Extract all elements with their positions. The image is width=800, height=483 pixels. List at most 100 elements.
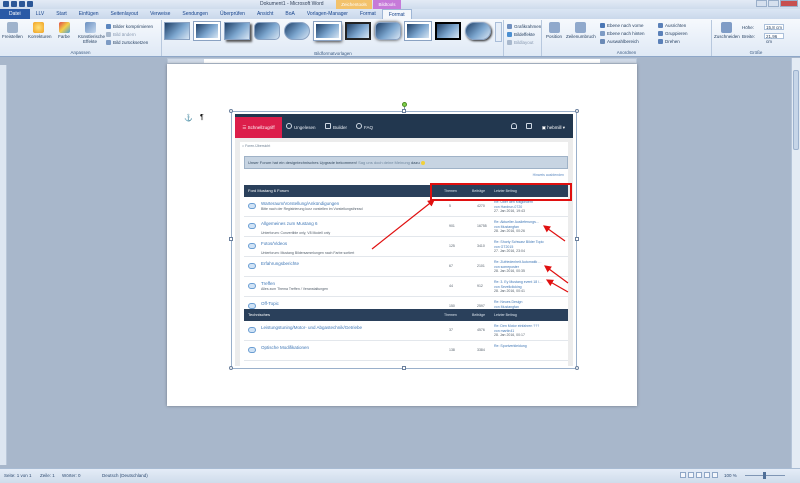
- view-full-screen[interactable]: [688, 472, 694, 478]
- resize-handle-top-right[interactable]: [575, 109, 579, 113]
- tab-seitenlayout[interactable]: Seitenlayout: [105, 9, 145, 19]
- bildlayout-button[interactable]: Bildlayout: [507, 39, 534, 45]
- forum-user-menu[interactable]: ▣ hebmill ▾: [542, 117, 565, 138]
- resize-handle-top-left[interactable]: [229, 109, 233, 113]
- picture-style-6[interactable]: [313, 21, 342, 41]
- tab-vorlagen-manager[interactable]: Vorlagen-Manager: [301, 9, 354, 19]
- minimize-button[interactable]: [756, 0, 767, 7]
- gruppieren-button[interactable]: Gruppieren: [658, 30, 688, 36]
- picture-style-1[interactable]: [164, 22, 191, 40]
- inserted-forum-screenshot[interactable]: ☰ Schnellzugriff Ungelesen Builder FAQ ▣…: [235, 114, 573, 366]
- auswahlbereich-button[interactable]: Auswahlbereich: [600, 38, 639, 44]
- picture-style-11[interactable]: [465, 22, 492, 40]
- forum-title-link[interactable]: Fotos/Videos: [261, 241, 287, 246]
- bildeffekte-button[interactable]: Bildeffekte: [507, 31, 535, 37]
- breite-input[interactable]: 21,96 cm: [764, 33, 784, 44]
- tab-start[interactable]: Start: [50, 9, 73, 19]
- picture-style-3[interactable]: [224, 22, 251, 40]
- hoehe-input[interactable]: 15,8 cm: [764, 24, 784, 30]
- close-button[interactable]: [780, 0, 798, 7]
- tab-verweise[interactable]: Verweise: [144, 9, 176, 19]
- gallery-scroll[interactable]: [495, 22, 502, 42]
- picture-style-2[interactable]: [193, 21, 222, 41]
- kuenstlerische-effekte-button[interactable]: Künstlerische Effekte: [78, 22, 105, 44]
- resize-handle-bottom-right[interactable]: [575, 366, 579, 370]
- view-print-layout[interactable]: [680, 472, 686, 478]
- undo-icon[interactable]: [19, 1, 25, 7]
- status-line[interactable]: Zeile: 1: [40, 473, 55, 478]
- forum-quick-access[interactable]: ☰ Schnellzugriff: [235, 117, 282, 138]
- tab-llv[interactable]: LLV: [30, 9, 51, 19]
- picture-style-9[interactable]: [403, 21, 432, 41]
- forum-breadcrumb[interactable]: ⌂ Foren-Übersicht: [242, 144, 270, 148]
- document-page[interactable]: ⚓ ¶ ☰ Schnellzugriff Ungelesen Builder F…: [167, 64, 637, 406]
- forum-last-post[interactable]: Re: Den Motor einfahren ??? von martin41 2…: [494, 324, 539, 338]
- zoom-level[interactable]: 100 %: [724, 473, 737, 478]
- forum-title-link[interactable]: Allgemeines zum Mustang 6: [261, 221, 318, 226]
- vertical-ruler[interactable]: [0, 65, 7, 465]
- save-icon[interactable]: [11, 1, 17, 7]
- view-web-layout[interactable]: [696, 472, 702, 478]
- scrollbar-thumb[interactable]: [793, 70, 799, 150]
- picture-styles-gallery[interactable]: [164, 21, 502, 42]
- view-draft[interactable]: [712, 472, 718, 478]
- tab-boa[interactable]: BoA: [279, 9, 300, 19]
- announcement-link[interactable]: Sag uns doch deine Meinung: [358, 160, 410, 165]
- word-icon[interactable]: [3, 1, 9, 7]
- picture-style-10[interactable]: [434, 22, 462, 40]
- view-outline[interactable]: [704, 472, 710, 478]
- korrekturen-button[interactable]: Korrekturen: [28, 22, 52, 39]
- status-page[interactable]: Seite: 1 von 1: [4, 473, 32, 478]
- forum-title-link[interactable]: Leistungstuning/Motor- und Abgastechnik/…: [261, 325, 362, 330]
- forum-last-post[interactable]: Re: 3. Ey Mustang event 18 /… von Sevellc…: [494, 280, 543, 294]
- forum-title-link[interactable]: Off-Topic: [261, 301, 279, 306]
- resize-handle-left[interactable]: [229, 237, 233, 241]
- tab-ueberpruefen[interactable]: Überprüfen: [214, 9, 251, 19]
- zuschneiden-button[interactable]: Zuschneiden: [714, 22, 740, 39]
- tab-sendungen[interactable]: Sendungen: [176, 9, 214, 19]
- zoom-slider-knob[interactable]: [763, 472, 766, 479]
- forum-last-post[interactable]: Re: Shorty Schwarz Bilder Topic von GT201…: [494, 240, 544, 254]
- tab-format-zeichentools[interactable]: Format: [354, 9, 382, 19]
- dismiss-notice-link[interactable]: Hinweis ausblenden: [533, 173, 564, 177]
- forum-last-post[interactable]: Re: Sportverkleidung: [494, 344, 527, 353]
- forum-title-link[interactable]: Treffen: [261, 281, 275, 286]
- zeilenumbruch-button[interactable]: Zeilenumbruch: [566, 22, 596, 39]
- forum-nav-builder[interactable]: Builder: [333, 117, 347, 138]
- ausrichten-button[interactable]: Ausrichten: [658, 22, 686, 28]
- forum-subforums[interactable]: Unterforum: Mustang Bildersammlungen nac…: [261, 251, 354, 255]
- ebene-nach-vorne-button[interactable]: Ebene nach vorne: [600, 22, 644, 28]
- tab-datei[interactable]: Datei: [0, 9, 30, 19]
- freistellen-button[interactable]: Freistellen: [2, 22, 23, 39]
- forum-last-post[interactable]: Re: Über den Mitgliedern von Hardrun-0720…: [494, 200, 533, 214]
- tab-einfuegen[interactable]: Einfügen: [73, 9, 105, 19]
- tab-ansicht[interactable]: Ansicht: [251, 9, 279, 19]
- forum-title-link[interactable]: Erfahrungsberichte: [261, 261, 299, 266]
- forum-nav-unread[interactable]: Ungelesen: [294, 117, 316, 138]
- forum-nav-faq[interactable]: FAQ: [364, 117, 373, 138]
- resize-handle-bottom[interactable]: [402, 366, 406, 370]
- picture-style-4[interactable]: [254, 22, 281, 40]
- bild-aendern-button[interactable]: Bild ändern: [106, 31, 136, 37]
- forum-last-post[interactable]: Re: Zufriedenheit Automatik … von somepos…: [494, 260, 542, 274]
- forum-subforums[interactable]: Unterforum: Convertible only, V8 Modell …: [261, 231, 330, 235]
- status-language[interactable]: Deutsch (Deutschland): [102, 473, 148, 478]
- resize-handle-top[interactable]: [402, 109, 406, 113]
- tab-format-bildtools[interactable]: Format: [381, 9, 412, 19]
- grafikrahmen-button[interactable]: Grafikrahmen: [507, 23, 541, 29]
- forum-last-post[interactable]: Re: Aktueller Auslieferungs… von Mustangf…: [494, 220, 539, 234]
- maximize-button[interactable]: [768, 0, 779, 7]
- resize-handle-right[interactable]: [575, 237, 579, 241]
- drehen-button[interactable]: Drehen: [658, 38, 680, 44]
- picture-style-7[interactable]: [344, 22, 371, 40]
- status-words[interactable]: Wörter: 0: [62, 473, 81, 478]
- vertical-scrollbar[interactable]: [791, 58, 800, 468]
- forum-title-link[interactable]: Warteraum/Vorstellung/Ankündigungen: [261, 201, 339, 206]
- position-button[interactable]: Position: [544, 22, 564, 39]
- farbe-button[interactable]: Farbe: [54, 22, 74, 39]
- picture-style-5[interactable]: [284, 22, 311, 40]
- bild-zuruecksetzen-button[interactable]: Bild zurücksetzen: [106, 39, 148, 45]
- picture-style-8[interactable]: [374, 22, 401, 40]
- redo-icon[interactable]: [27, 1, 33, 7]
- resize-handle-bottom-left[interactable]: [229, 366, 233, 370]
